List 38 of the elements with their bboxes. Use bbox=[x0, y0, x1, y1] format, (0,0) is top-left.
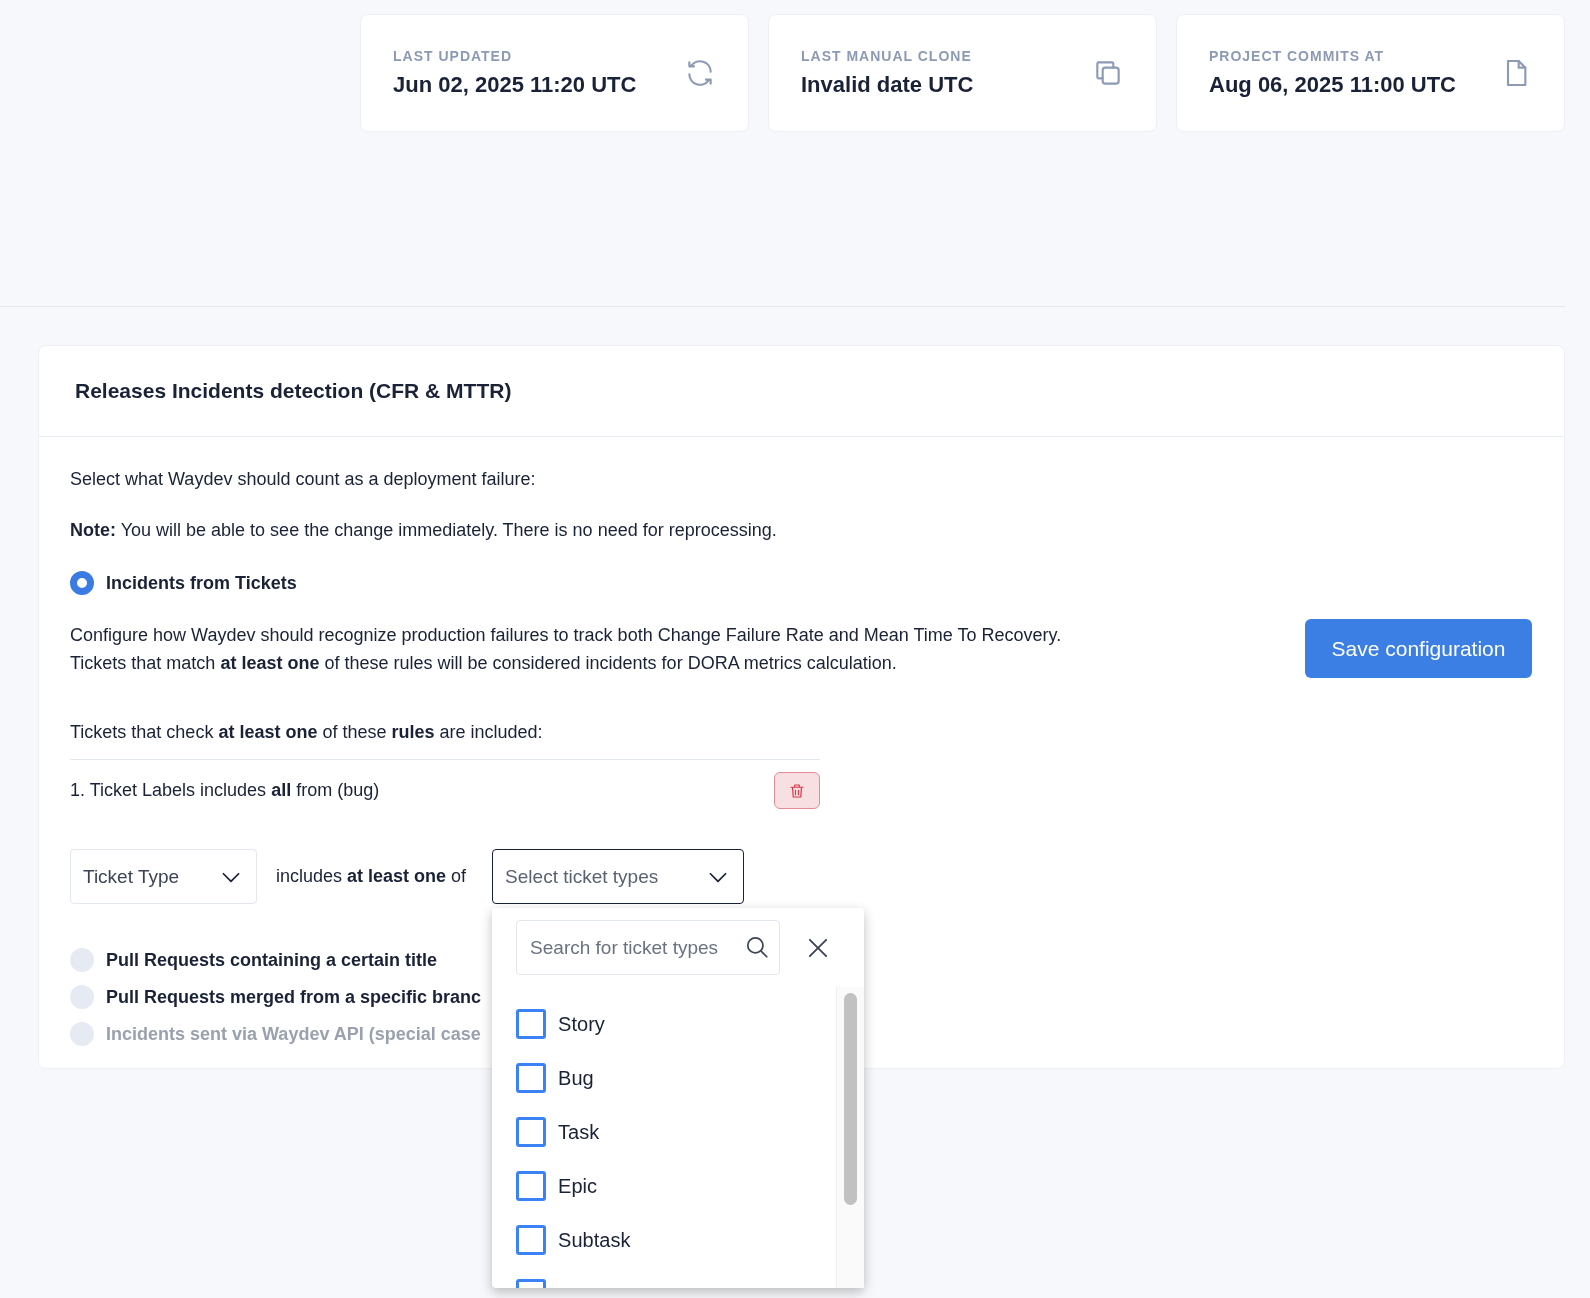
option-label[interactable]: Subtask bbox=[558, 1228, 631, 1252]
checkbox[interactable] bbox=[516, 1009, 547, 1039]
ticket-type-select[interactable]: Select ticket types bbox=[492, 849, 745, 904]
description-text: Configure how Waydev should recognize production failures to track both Change Failure Rate and Mean Time To Recovery. bbox=[70, 623, 1062, 647]
instruction-text: Select what Waydev should count as a deployment failure: bbox=[70, 469, 537, 490]
note-text: Note: You will be able to see the change immediately. There is no need for reprocessing. bbox=[70, 520, 778, 541]
option-label[interactable]: Story bbox=[558, 1012, 605, 1036]
option-label[interactable]: Bug bbox=[558, 1066, 594, 1090]
operator-text: includes at least one of bbox=[276, 866, 467, 887]
field-select[interactable]: Ticket Type bbox=[70, 849, 257, 904]
option-label[interactable]: Pull Requests containing a certain title bbox=[106, 949, 438, 971]
search-field[interactable]: Search for ticket types bbox=[516, 920, 781, 975]
description-text: Tickets that match at least one of these rules will be considered incidents for DORA metrics calculation. bbox=[70, 651, 898, 675]
stat-label: LAST MANUAL CLONE bbox=[801, 48, 973, 64]
option-label[interactable]: Pull Requests merged from a specific branc bbox=[106, 986, 482, 1008]
option-label[interactable]: Epic bbox=[558, 1174, 597, 1198]
section-title: Releases Incidents detection (CFR & MTTR) bbox=[75, 379, 512, 403]
delete-button[interactable] bbox=[774, 772, 820, 809]
search-icon bbox=[744, 934, 771, 960]
checkbox[interactable] bbox=[516, 1171, 547, 1201]
stat-value: Invalid date UTC bbox=[801, 72, 974, 98]
rules-heading: Tickets that check at least one of these rules are included: bbox=[70, 722, 544, 743]
rule-text: 1. Ticket Labels includes all from (bug) bbox=[70, 780, 380, 801]
radio-button[interactable] bbox=[70, 571, 94, 595]
checkbox[interactable] bbox=[516, 1063, 547, 1093]
stat-label: PROJECT COMMITS AT bbox=[1209, 48, 1386, 64]
checkbox[interactable] bbox=[516, 1225, 547, 1255]
radio-button[interactable] bbox=[70, 985, 94, 1009]
save-button[interactable]: Save configuration bbox=[1305, 619, 1532, 678]
radio-button[interactable] bbox=[70, 948, 94, 972]
stat-value: Aug 06, 2025 11:00 UTC bbox=[1209, 72, 1456, 98]
checkbox[interactable] bbox=[516, 1117, 547, 1147]
option-label[interactable]: Task bbox=[558, 1120, 600, 1144]
option-label[interactable]: Incidents from Tickets bbox=[106, 572, 297, 594]
stat-value: Jun 02, 2025 11:20 UTC bbox=[393, 72, 637, 98]
trash-icon bbox=[788, 781, 806, 800]
scrollbar-thumb[interactable] bbox=[844, 993, 858, 1205]
stat-label: LAST UPDATED bbox=[393, 48, 514, 64]
